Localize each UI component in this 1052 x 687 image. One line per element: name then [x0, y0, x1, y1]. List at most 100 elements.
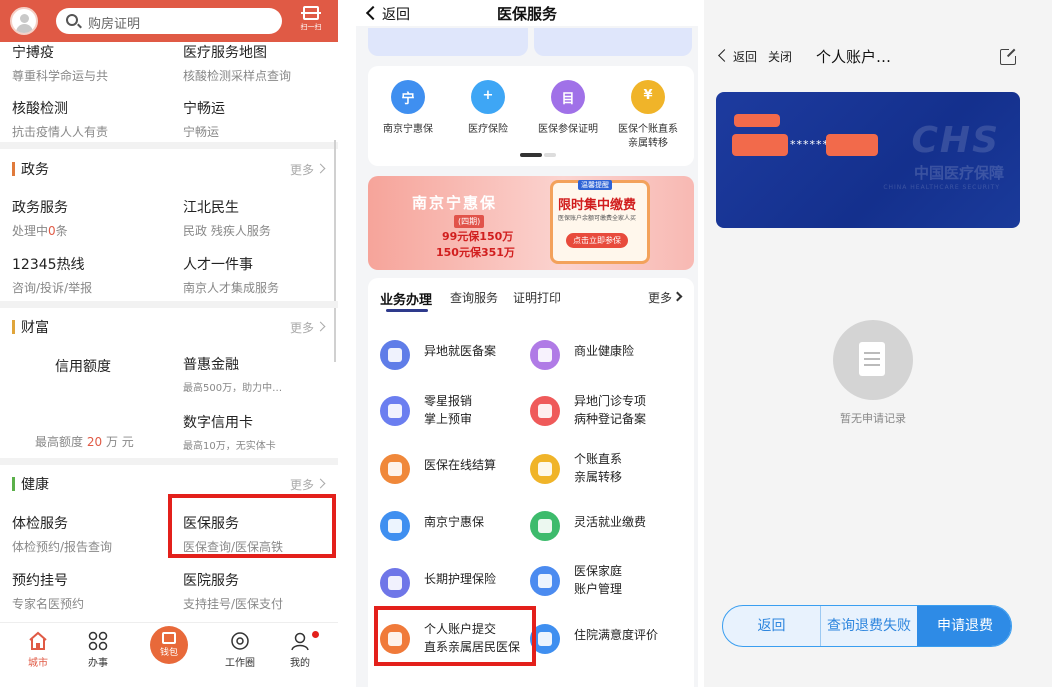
query-refund-failure-button[interactable]: 查询退费失败: [820, 606, 917, 646]
service-label: 医保家庭 账户管理: [574, 564, 623, 596]
service-item[interactable]: 异地门诊专项 病种登记备案: [530, 392, 690, 442]
medical-cross-icon: +: [471, 80, 505, 114]
service-item[interactable]: 住院满意度评价: [530, 620, 690, 670]
more-link[interactable]: 更多: [290, 161, 314, 178]
medical-insurance-screen: 返回 医保服务 宁 南京宁惠保 + 医疗保险 目 医保参保证明 ¥ 医保个账直系…: [356, 0, 698, 687]
apply-refund-button[interactable]: 申请退费: [917, 606, 1011, 646]
tab-affairs[interactable]: 办事: [78, 631, 118, 669]
service-item[interactable]: 医保家庭 账户管理: [530, 562, 690, 612]
tab-label: 城市: [28, 658, 48, 669]
list-item[interactable]: 人才一件事 南京人才集成服务: [183, 254, 279, 296]
list-item[interactable]: 政务服务 处理中0条: [12, 197, 68, 239]
list-item[interactable]: 宁搏疫 尊重科学命运与共: [12, 42, 108, 84]
back-button[interactable]: 返回: [720, 48, 757, 65]
list-item[interactable]: 体检服务 体检预约/报告查询: [12, 513, 112, 555]
more-link[interactable]: 更多: [648, 289, 672, 306]
return-button[interactable]: 返回: [723, 606, 820, 646]
search-input[interactable]: 购房证明: [56, 8, 282, 34]
tab-query[interactable]: 查询服务: [450, 289, 498, 306]
subtitle-unit: 条: [55, 224, 68, 238]
chevron-right-icon: [315, 321, 326, 332]
quick-item-ninghuibao[interactable]: 宁 南京宁惠保: [368, 80, 448, 137]
credit-limit-card[interactable]: 信用额度: [55, 356, 111, 376]
tab-business[interactable]: 业务办理: [380, 289, 432, 308]
item-subtitle: 抗击疫情人人有责: [12, 125, 109, 139]
action-button-group: 返回 查询退费失败 申请退费: [722, 605, 1012, 647]
page-indicator: [544, 153, 556, 157]
more-link[interactable]: 更多: [290, 476, 314, 493]
service-label: 长期护理保险: [424, 572, 497, 586]
list-item[interactable]: 核酸检测 抗击疫情人人有责: [12, 98, 108, 140]
quick-item-medical-insurance[interactable]: + 医疗保险: [448, 80, 528, 137]
list-item[interactable]: 预约挂号 专家名医预约: [12, 570, 84, 612]
service-label: 异地就医备案: [424, 344, 497, 358]
house-icon: [530, 566, 560, 596]
redacted-number: [732, 134, 788, 156]
tab-city[interactable]: 城市: [18, 631, 58, 669]
service-item[interactable]: 异地就医备案: [380, 336, 540, 386]
service-item[interactable]: 医保在线结算: [380, 450, 540, 500]
top-banner[interactable]: [368, 28, 694, 58]
redacted-name: [734, 114, 780, 127]
list-item[interactable]: 医院服务 支持挂号/医保支付: [183, 570, 283, 612]
service-label: 异地门诊专项 病种登记备案: [574, 394, 647, 426]
service-item[interactable]: 灵活就业缴费: [530, 507, 690, 557]
chat-icon: [230, 631, 250, 651]
list-item[interactable]: 数字信用卡 最高10万，无实体卡: [183, 412, 276, 452]
item-title: 医疗服务地图: [183, 45, 267, 61]
wallet-icon: [162, 632, 176, 644]
nav-bar: 返回 关闭 个人账户…: [704, 40, 1052, 76]
tab-label: 工作圈: [225, 658, 255, 669]
tab-work-circle[interactable]: 工作圈: [220, 631, 260, 669]
home-icon: [28, 631, 48, 651]
list-item[interactable]: 12345热线 咨询/投诉/举报: [12, 254, 92, 296]
promo-price-2: 150元保351万: [436, 246, 515, 259]
list-item[interactable]: 宁畅运 宁畅运: [183, 98, 225, 140]
close-button[interactable]: 关闭: [768, 48, 792, 65]
scan-button[interactable]: 扫一扫: [298, 6, 324, 36]
quick-label: 南京宁惠保: [383, 124, 433, 135]
divider: [0, 458, 338, 465]
tab-certificate-print[interactable]: 证明打印: [513, 289, 561, 306]
credit-unit: 万 元: [105, 435, 134, 449]
service-item[interactable]: 零星报销 掌上预审: [380, 392, 540, 442]
list-item[interactable]: 普惠金融 最高500万，助力中…: [183, 354, 282, 394]
empty-state: 暂无申请记录: [818, 320, 928, 426]
avatar[interactable]: [10, 7, 38, 35]
credit-amount: 20: [86, 435, 103, 449]
wallet-icon: [530, 340, 560, 370]
personal-account-screen: 返回 关闭 个人账户… CHS 中国医疗保障 CHINA HEALTHCARE …: [704, 0, 1052, 687]
header-bar: 购房证明 扫一扫: [0, 0, 338, 42]
icon-glyph: +: [482, 88, 494, 103]
service-item[interactable]: 个账直系 亲属转移: [530, 450, 690, 500]
tab-wallet[interactable]: 钱包: [150, 626, 188, 664]
share-icon[interactable]: [1000, 48, 1017, 65]
promo-subtitle: (四期): [454, 215, 485, 228]
list-item[interactable]: 医疗服务地图 核酸检测采样点查询: [183, 42, 291, 84]
divider: [0, 142, 338, 149]
promo-cta-button[interactable]: 点击立即参保: [566, 233, 628, 248]
user-icon: [290, 631, 310, 651]
page-indicator-active: [520, 153, 542, 157]
map-pin-icon: [530, 396, 560, 426]
item-subtitle: 尊重科学命运与共: [12, 69, 109, 83]
card-logo-en: CHINA HEALTHCARE SECURITY: [883, 184, 1000, 191]
service-item[interactable]: 南京宁惠保: [380, 507, 540, 557]
promo-banner[interactable]: 南京宁惠保 (四期) 99元保150万 150元保351万 温馨提醒 限时集中缴…: [368, 176, 694, 270]
item-subtitle: 专家名医预约: [12, 597, 85, 611]
more-link[interactable]: 更多: [290, 319, 314, 336]
icon-glyph: 目: [561, 92, 575, 107]
promo-title: 南京宁惠保: [412, 194, 498, 212]
section-title: 政务: [21, 162, 49, 178]
divider: [0, 301, 338, 308]
active-tab-underline: [386, 309, 428, 312]
service-item[interactable]: 商业健康险: [530, 336, 690, 386]
tab-label: 办事: [88, 658, 108, 669]
quick-item-certificate[interactable]: 目 医保参保证明: [528, 80, 608, 137]
quick-item-transfer[interactable]: ¥ 医保个账直系亲属转移: [608, 80, 688, 151]
list-item[interactable]: 江北民生 民政 残疾人服务: [183, 197, 271, 239]
item-subtitle: 最高10万，无实体卡: [183, 441, 276, 452]
coin-icon: ¥: [631, 80, 665, 114]
banner-image: [534, 28, 692, 56]
item-title: 核酸检测: [12, 101, 68, 117]
